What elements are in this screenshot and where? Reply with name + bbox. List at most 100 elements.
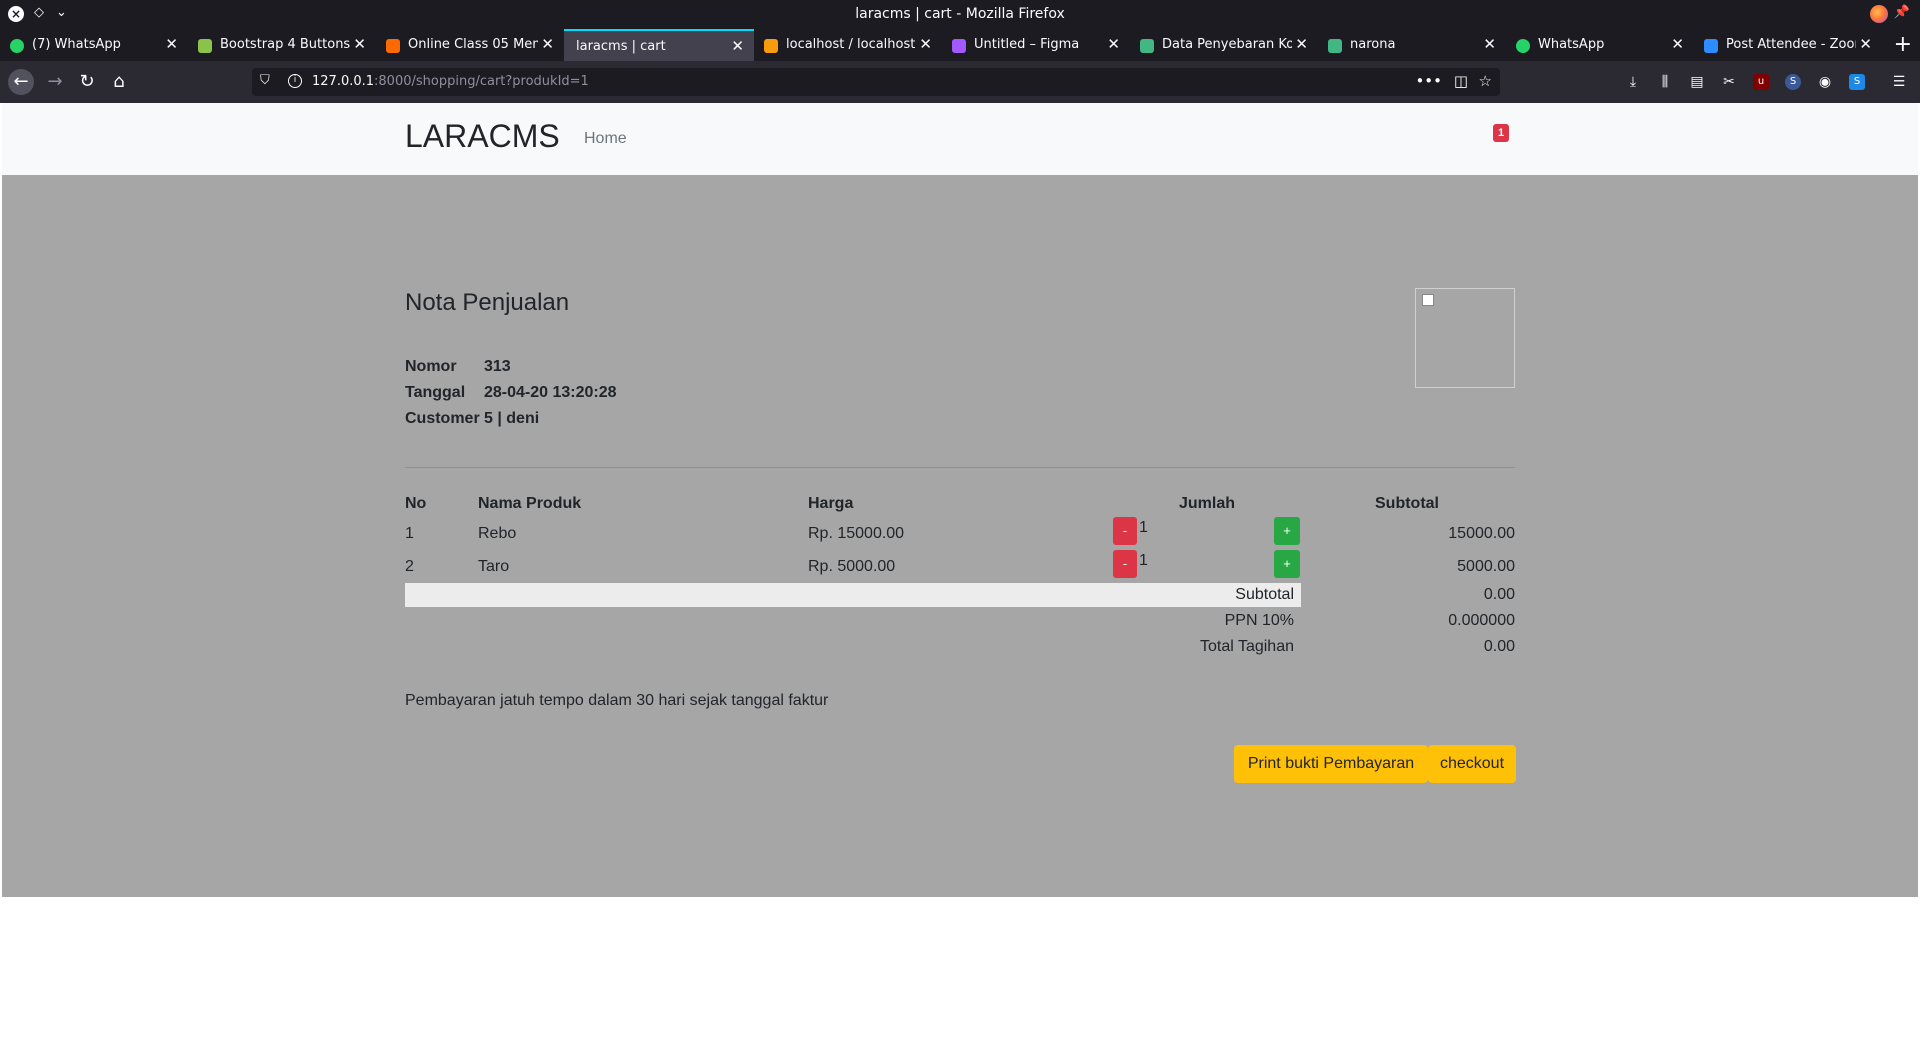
- close-tab-icon[interactable]: ✕: [165, 35, 178, 53]
- divider: [405, 467, 1515, 468]
- firefox-logo-icon: [1870, 5, 1888, 23]
- library-icon[interactable]: ⫼: [1655, 72, 1675, 92]
- meta-key: Nomor: [405, 358, 457, 375]
- close-tab-icon[interactable]: ✕: [353, 35, 366, 53]
- qty-value: 1: [1139, 552, 1148, 569]
- hamburger-menu-icon[interactable]: ☰: [1889, 72, 1909, 92]
- skype-extension-icon[interactable]: S: [1849, 74, 1865, 90]
- payment-terms-text: Pembayaran jatuh tempo dalam 30 hari sej…: [405, 692, 829, 709]
- site-brand[interactable]: LARACMS: [405, 118, 560, 155]
- row-subtotal: 5000.00: [1457, 558, 1515, 575]
- tab-label: Data Penyebaran Kor: [1162, 37, 1292, 52]
- class-favicon-icon: [386, 39, 400, 53]
- row-subtotal: 15000.00: [1448, 525, 1515, 542]
- tab-figma[interactable]: Untitled – Figma ✕: [942, 29, 1130, 61]
- tab-laracms-cart[interactable]: laracms | cart ✕: [564, 29, 754, 61]
- broken-image-icon: [1422, 294, 1434, 306]
- site-navbar: LARACMS Home 1: [2, 103, 1918, 175]
- tab-strip: (7) WhatsApp ✕ Bootstrap 4 Buttons ✕ Onl…: [0, 29, 1920, 61]
- vue-favicon-icon: [1140, 39, 1154, 53]
- qty-decrease-button[interactable]: -: [1113, 550, 1137, 578]
- reload-icon[interactable]: ↻: [74, 69, 100, 95]
- url-text[interactable]: 127.0.0.1:8000/shopping/cart?produkId=1: [312, 74, 589, 89]
- tab-zoom[interactable]: Post Attendee - Zoom ✕: [1694, 29, 1882, 61]
- bootstrap-favicon-icon: [198, 39, 212, 53]
- close-tab-icon[interactable]: ✕: [1483, 35, 1496, 53]
- summary-value-subtotal: 0.00: [1483, 586, 1515, 603]
- nav-home-link[interactable]: Home: [584, 130, 627, 148]
- extension-s-icon[interactable]: S: [1785, 74, 1801, 90]
- whatsapp-favicon-icon: [1516, 39, 1530, 53]
- sidebar-icon[interactable]: ▤: [1687, 72, 1707, 92]
- tab-data-penyebaran[interactable]: Data Penyebaran Kor ✕: [1130, 29, 1318, 61]
- screenshot-icon[interactable]: ✂: [1719, 72, 1739, 92]
- qty-value: 1: [1139, 519, 1148, 536]
- tracking-shield-icon[interactable]: ⛉: [260, 73, 270, 88]
- summary-label-subtotal: Subtotal: [1235, 586, 1294, 603]
- meta-key: Tanggal: [405, 384, 466, 401]
- tab-label: (7) WhatsApp: [32, 37, 121, 52]
- meta-value: 313: [484, 358, 511, 375]
- pin-icon[interactable]: 📌: [1894, 5, 1910, 20]
- tab-label: localhost / localhost: [786, 37, 916, 52]
- new-tab-icon[interactable]: +: [1894, 32, 1912, 57]
- tab-label: Bootstrap 4 Buttons: [220, 37, 350, 52]
- col-header-product: Nama Produk: [478, 495, 582, 512]
- tab-label: laracms | cart: [576, 39, 666, 54]
- invoice-title: Nota Penjualan: [405, 289, 570, 316]
- tab-phpmyadmin[interactable]: localhost / localhost ✕: [754, 29, 942, 61]
- ublock-icon[interactable]: u: [1753, 74, 1769, 90]
- figma-favicon-icon: [952, 39, 966, 53]
- checkout-button[interactable]: checkout: [1428, 745, 1516, 783]
- tab-label: Untitled – Figma: [974, 37, 1080, 52]
- page-footer-area: [2, 897, 1918, 1047]
- url-host: 127.0.0.1: [312, 74, 375, 89]
- close-tab-icon[interactable]: ✕: [919, 35, 932, 53]
- navigation-toolbar: ← → ↻ ⌂ ⛉ i 127.0.0.1:8000/shopping/cart…: [0, 61, 1920, 103]
- qty-increase-button[interactable]: +: [1274, 517, 1300, 545]
- vue-favicon-icon: [1328, 39, 1342, 53]
- zoom-favicon-icon: [1704, 39, 1718, 53]
- meta-value: 28-04-20 13:20:28: [484, 384, 617, 401]
- row-no: 1: [405, 525, 414, 542]
- url-bar[interactable]: ⛉ i 127.0.0.1:8000/shopping/cart?produkI…: [252, 68, 1500, 96]
- tab-narona[interactable]: narona ✕: [1318, 29, 1506, 61]
- qty-increase-button[interactable]: +: [1274, 550, 1300, 578]
- tab-bootstrap-buttons[interactable]: Bootstrap 4 Buttons ✕: [188, 29, 376, 61]
- col-header-price: Harga: [808, 495, 854, 512]
- col-header-no: No: [405, 495, 427, 512]
- account-icon[interactable]: ◉: [1815, 72, 1835, 92]
- close-tab-icon[interactable]: ✕: [541, 35, 554, 53]
- page-actions-icon[interactable]: •••: [1415, 72, 1442, 90]
- close-tab-icon[interactable]: ✕: [1859, 35, 1872, 53]
- back-arrow-icon[interactable]: ←: [8, 69, 34, 95]
- downloads-icon[interactable]: ⤓: [1623, 72, 1643, 92]
- forward-arrow-icon[interactable]: →: [42, 69, 68, 95]
- tab-label: WhatsApp: [1538, 37, 1605, 52]
- summary-label-total: Total Tagihan: [1200, 638, 1294, 655]
- row-product: Taro: [478, 558, 510, 575]
- home-icon[interactable]: ⌂: [106, 69, 132, 95]
- invoice-modal-backdrop: Nota Penjualan Nomor 313 Tanggal 28-04-2…: [2, 175, 1918, 897]
- bookmark-star-icon[interactable]: ☆: [1479, 72, 1492, 90]
- col-header-subtotal: Subtotal: [1375, 495, 1439, 512]
- pocket-icon[interactable]: ◫: [1454, 72, 1468, 90]
- cart-count-badge[interactable]: 1: [1493, 124, 1509, 142]
- close-tab-icon[interactable]: ✕: [1671, 35, 1684, 53]
- summary-label-ppn: PPN 10%: [1224, 612, 1294, 629]
- window-titlebar: × ◇ ⌄ laracms | cart - Mozilla Firefox 📌: [0, 0, 1920, 29]
- window-title: laracms | cart - Mozilla Firefox: [855, 6, 1065, 22]
- qty-decrease-button[interactable]: -: [1113, 517, 1137, 545]
- close-tab-icon[interactable]: ✕: [1295, 35, 1308, 53]
- tab-whatsapp-notify[interactable]: (7) WhatsApp ✕: [0, 29, 188, 61]
- close-tab-icon[interactable]: ✕: [1107, 35, 1120, 53]
- tab-whatsapp[interactable]: WhatsApp ✕: [1506, 29, 1694, 61]
- tab-online-class[interactable]: Online Class 05 Mem ✕: [376, 29, 564, 61]
- tab-label: narona: [1350, 37, 1396, 52]
- print-receipt-button[interactable]: Print bukti Pembayaran: [1234, 745, 1428, 783]
- close-tab-icon[interactable]: ✕: [731, 37, 744, 55]
- row-no: 2: [405, 558, 414, 575]
- summary-value-total: 0.00: [1483, 638, 1515, 655]
- row-price: Rp. 15000.00: [808, 525, 905, 542]
- site-info-icon[interactable]: i: [288, 74, 302, 88]
